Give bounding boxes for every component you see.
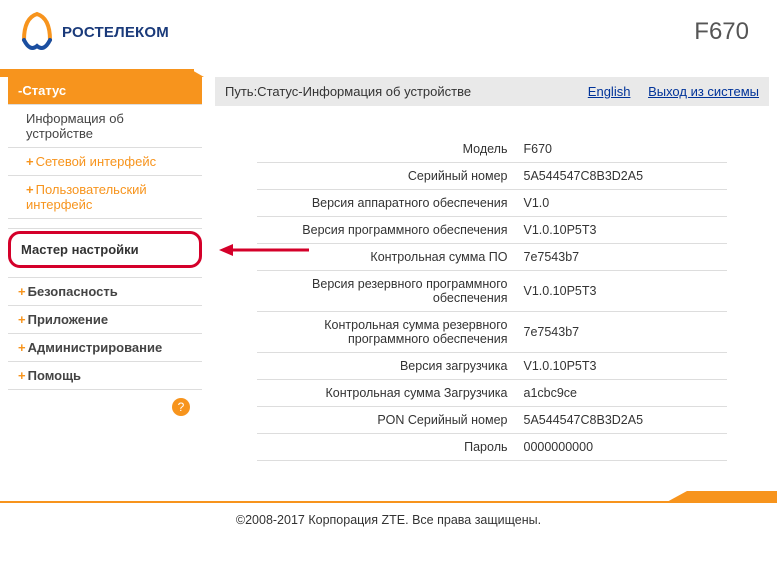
table-row: Контрольная сумма резервного программног… [257, 312, 727, 353]
plus-icon: + [18, 284, 26, 299]
sidebar-item-net[interactable] [8, 270, 202, 278]
row-label: Модель [257, 136, 516, 163]
table-row: МодельF670 [257, 136, 727, 163]
table-row: Версия программного обеспеченияV1.0.10P5… [257, 217, 727, 244]
row-value: 5A544547C8B3D2A5 [516, 407, 728, 434]
sidebar-item-device-info[interactable]: Информация об устройстве [8, 105, 202, 148]
question-icon: ? [172, 398, 190, 416]
table-row: PON Серийный номер5A544547C8B3D2A5 [257, 407, 727, 434]
row-label: Пароль [257, 434, 516, 461]
sidebar-item-wizard: Мастер настройки [21, 242, 139, 257]
sidebar-item-help[interactable]: +Помощь [8, 362, 202, 390]
logout-link[interactable]: Выход из системы [648, 84, 759, 99]
row-label: Версия резервного программного обеспечен… [257, 271, 516, 312]
plus-icon: + [26, 154, 34, 169]
accent-bar [0, 69, 777, 77]
sidebar-item-status[interactable]: -Статус [8, 77, 202, 105]
sidebar-item-network-interface[interactable]: +Сетевой интерфейс [8, 148, 202, 176]
row-label: Контрольная сумма резервного программног… [257, 312, 516, 353]
header: РОСТЕЛЕКОМ F670 [0, 0, 777, 69]
device-info-table: МодельF670Серийный номер5A544547C8B3D2A5… [257, 136, 727, 461]
table-row: Версия резервного программного обеспечен… [257, 271, 727, 312]
content-area: Путь:Статус-Информация об устройстве Eng… [203, 77, 769, 461]
breadcrumb-bar: Путь:Статус-Информация об устройстве Eng… [215, 77, 769, 106]
row-label: Версия аппаратного обеспечения [257, 190, 516, 217]
model-title: F670 [694, 18, 757, 46]
table-row: Серийный номер5A544547C8B3D2A5 [257, 163, 727, 190]
sidebar-item-user-interface[interactable]: +Пользовательский интерфейс [8, 176, 202, 219]
wizard-highlight[interactable]: Мастер настройки [8, 231, 202, 268]
row-label: Контрольная сумма Загрузчика [257, 380, 516, 407]
brand-name: РОСТЕЛЕКОМ [62, 24, 169, 41]
table-row: Версия загрузчикаV1.0.10P5T3 [257, 353, 727, 380]
plus-icon: + [18, 312, 26, 327]
row-value: 0000000000 [516, 434, 728, 461]
plus-icon: + [18, 368, 26, 383]
table-row: Пароль0000000000 [257, 434, 727, 461]
sidebar-item-voip[interactable] [8, 219, 202, 229]
breadcrumb: Путь:Статус-Информация об устройстве [225, 84, 471, 99]
sidebar-item-admin[interactable]: +Администрирование [8, 334, 202, 362]
row-value: V1.0.10P5T3 [516, 217, 728, 244]
plus-icon: + [18, 340, 26, 355]
rostelecom-icon [20, 10, 54, 54]
table-row: Контрольная сумма Загрузчикаa1cbc9ce [257, 380, 727, 407]
sidebar: -Статус Информация об устройстве +Сетево… [8, 77, 203, 424]
row-value: V1.0.10P5T3 [516, 271, 728, 312]
row-value: 7e7543b7 [516, 312, 728, 353]
table-row: Контрольная сумма ПО7e7543b7 [257, 244, 727, 271]
row-value: V1.0.10P5T3 [516, 353, 728, 380]
row-label: Контрольная сумма ПО [257, 244, 516, 271]
brand-logo: РОСТЕЛЕКОМ [20, 10, 169, 54]
sidebar-item-security[interactable]: +Безопасность [8, 278, 202, 306]
row-label: Серийный номер [257, 163, 516, 190]
help-button[interactable]: ? [8, 390, 202, 424]
row-label: Версия программного обеспечения [257, 217, 516, 244]
footer-accent [0, 491, 777, 503]
row-label: Версия загрузчика [257, 353, 516, 380]
row-value: 5A544547C8B3D2A5 [516, 163, 728, 190]
lang-english-link[interactable]: English [588, 84, 631, 99]
table-row: Версия аппаратного обеспеченияV1.0 [257, 190, 727, 217]
row-value: 7e7543b7 [516, 244, 728, 271]
row-value: V1.0 [516, 190, 728, 217]
plus-icon: + [26, 182, 34, 197]
row-value: a1cbc9ce [516, 380, 728, 407]
row-value: F670 [516, 136, 728, 163]
row-label: PON Серийный номер [257, 407, 516, 434]
copyright: ©2008-2017 Корпорация ZTE. Все права защ… [0, 503, 777, 541]
sidebar-item-application[interactable]: +Приложение [8, 306, 202, 334]
